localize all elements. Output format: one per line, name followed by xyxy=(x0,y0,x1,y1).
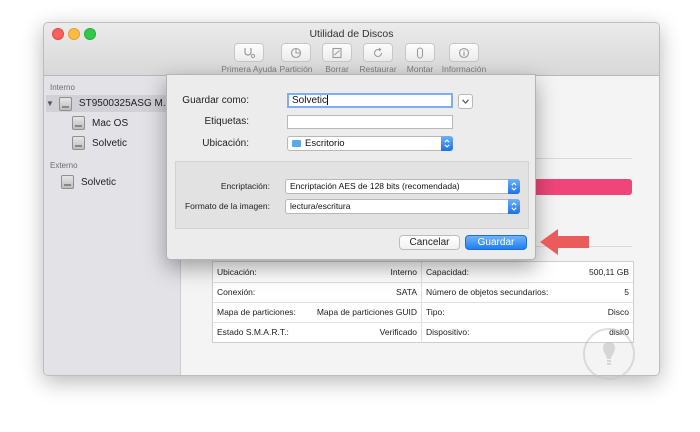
toolbar-label: Partición xyxy=(279,64,313,74)
encryption-value: Encriptación AES de 128 bits (recomendad… xyxy=(290,181,460,191)
erase-icon[interactable] xyxy=(322,43,352,62)
sidebar: Interno ▼ ST9500325ASG M... Mac OS Solve… xyxy=(44,76,181,375)
watermark-logo xyxy=(583,328,635,380)
toolbar-info[interactable]: Información xyxy=(438,43,490,74)
title-bar: Utilidad de Discos Primera Ayuda Partici… xyxy=(44,23,659,76)
location-select[interactable]: Escritorio xyxy=(287,136,453,151)
info-row: Ubicación: Interno xyxy=(213,262,421,282)
toolbar-mount[interactable]: Montar xyxy=(400,43,440,74)
info-row: Conexión: SATA xyxy=(213,282,421,302)
info-icon[interactable] xyxy=(449,43,479,62)
arrow-pointer-icon xyxy=(540,229,589,255)
select-chevron-icon xyxy=(441,136,453,151)
info-row: Mapa de particiones: Mapa de particiones … xyxy=(213,302,421,322)
info-value: Disco xyxy=(607,307,629,317)
toolbar-erase[interactable]: Borrar xyxy=(317,43,357,74)
toolbar-label: Información xyxy=(441,64,487,74)
info-key: Ubicación: xyxy=(217,267,257,277)
sidebar-item-disk[interactable]: ▼ ST9500325ASG M... xyxy=(46,95,180,112)
info-row: Tipo: Disco xyxy=(422,302,633,322)
partition-icon[interactable] xyxy=(281,43,311,62)
save-as-value: Solvetic xyxy=(292,95,328,106)
chevron-down-icon xyxy=(462,99,469,104)
info-row: Capacidad: 500,11 GB xyxy=(422,262,633,282)
save-as-label: Guardar como: xyxy=(182,95,249,106)
stethoscope-icon[interactable] xyxy=(234,43,264,62)
usage-segment-pink xyxy=(522,179,632,195)
mount-icon[interactable] xyxy=(405,43,435,62)
sidebar-item-volume[interactable]: Solvetic xyxy=(72,136,127,150)
sidebar-section-internal: Interno xyxy=(50,83,75,92)
image-format-value: lectura/escritura xyxy=(290,201,351,211)
hard-disk-icon xyxy=(58,96,72,111)
info-key: Número de objetos secundarios: xyxy=(426,287,549,297)
info-key: Dispositivo: xyxy=(426,327,470,337)
info-key: Conexión: xyxy=(217,287,256,297)
encryption-label: Encriptación: xyxy=(220,181,270,191)
sidebar-section-external: Externo xyxy=(50,161,78,170)
sidebar-item-label: Solvetic xyxy=(92,137,128,149)
restore-icon[interactable] xyxy=(363,43,393,62)
volume-icon xyxy=(72,136,85,150)
select-chevron-icon xyxy=(508,179,520,194)
toolbar-label: Borrar xyxy=(325,64,349,74)
image-format-select[interactable]: lectura/escritura xyxy=(285,199,520,214)
info-value: Mapa de particiones GUID xyxy=(316,307,417,317)
expand-dialog-button[interactable] xyxy=(458,94,473,109)
info-value: Interno xyxy=(390,267,417,277)
info-table: Ubicación: Interno Conexión: SATA Mapa de … xyxy=(212,261,634,343)
sidebar-item-label: ST9500325ASG M... xyxy=(78,98,171,109)
cancel-button[interactable]: Cancelar xyxy=(399,235,460,250)
window-title: Utilidad de Discos xyxy=(309,28,394,40)
toolbar-partition[interactable]: Partición xyxy=(276,43,316,74)
save-as-input[interactable]: Solvetic xyxy=(287,93,453,108)
volume-icon xyxy=(72,116,85,130)
save-image-dialog: Guardar como: Solvetic Etiquetas: Ubicac… xyxy=(166,74,536,260)
text-caret xyxy=(327,95,329,106)
info-key: Estado S.M.A.R.T.: xyxy=(217,327,289,337)
info-value: Verificado xyxy=(379,327,417,337)
sidebar-item-volume[interactable]: Mac OS xyxy=(72,116,128,130)
info-row: Número de objetos secundarios: 5 xyxy=(422,282,633,302)
tags-label: Etiquetas: xyxy=(204,116,249,127)
image-format-label: Formato de la imagen: xyxy=(184,201,270,211)
external-disk-icon xyxy=(61,175,74,189)
tags-input[interactable] xyxy=(287,115,453,129)
info-key: Mapa de particiones: xyxy=(217,307,296,317)
toolbar-restore[interactable]: Restaurar xyxy=(354,43,402,74)
toolbar-first-aid[interactable]: Primera Ayuda xyxy=(217,43,281,74)
save-button[interactable]: Guardar xyxy=(465,235,527,250)
folder-icon xyxy=(292,140,301,147)
info-key: Tipo: xyxy=(426,307,445,317)
toolbar-label: Restaurar xyxy=(359,64,397,74)
location-value: Escritorio xyxy=(305,138,345,149)
info-value: SATA xyxy=(396,287,417,297)
info-value: 5 xyxy=(624,287,629,297)
toolbar-label: Montar xyxy=(406,64,434,74)
info-key: Capacidad: xyxy=(426,267,470,277)
options-panel: Encriptación: Encriptación AES de 128 bi… xyxy=(175,161,529,229)
toolbar-label: Primera Ayuda xyxy=(221,64,277,74)
sidebar-item-label: Mac OS xyxy=(92,117,129,129)
info-value: 500,11 GB xyxy=(588,267,629,277)
sidebar-item-external[interactable]: Solvetic xyxy=(61,175,116,189)
encryption-select[interactable]: Encriptación AES de 128 bits (recomendad… xyxy=(285,179,520,194)
select-chevron-icon xyxy=(508,199,520,214)
disclosure-triangle-icon[interactable]: ▼ xyxy=(46,99,54,108)
sidebar-item-label: Solvetic xyxy=(81,176,117,188)
location-label: Ubicación: xyxy=(202,138,249,149)
info-row: Estado S.M.A.R.T.: Verificado xyxy=(213,322,421,342)
